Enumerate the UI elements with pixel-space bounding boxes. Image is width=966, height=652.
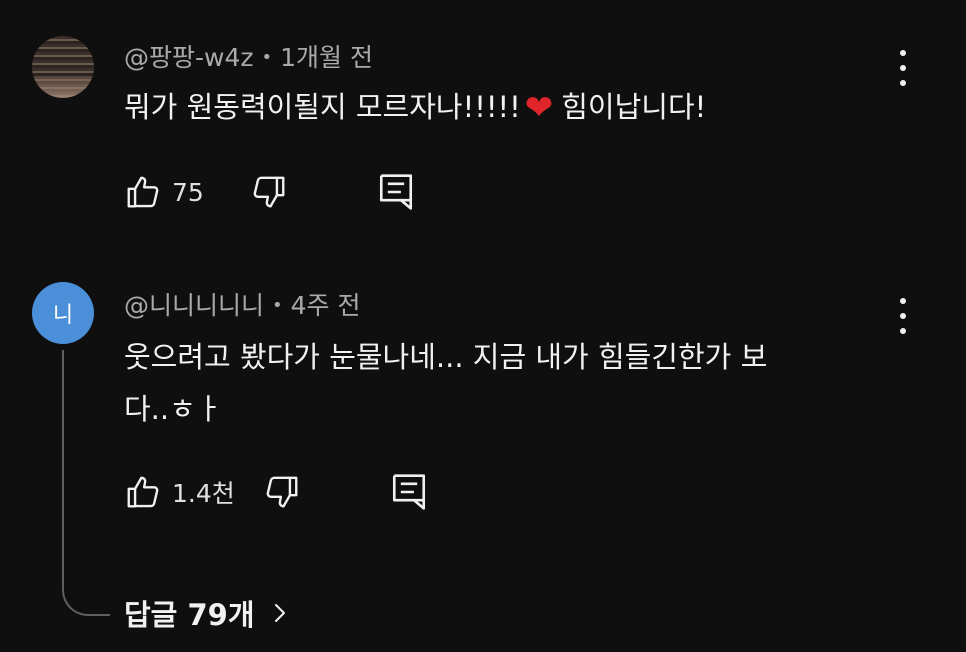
reply-button[interactable]: [378, 172, 414, 212]
comment-text: 웃으려고 봤다가 눈물나네... 지금 내가 힘들긴한가 보 다..ㅎㅏ: [124, 334, 767, 432]
more-vert-icon[interactable]: [895, 50, 911, 86]
reply-icon: [392, 474, 425, 510]
like-count: 1.4천: [172, 479, 235, 508]
thread-line: [62, 350, 110, 616]
comment-text-line: 다..ㅎㅏ: [124, 392, 223, 426]
comment-text-line: 웃으려고 봤다가 눈물나네... 지금 내가 힘들긴한가 보: [124, 340, 768, 374]
like-icon: [127, 176, 159, 208]
comment-time[interactable]: 4주 전: [291, 291, 361, 320]
like-button[interactable]: 75: [124, 173, 204, 211]
comment-text: 뭐가 원동력이될지 모르자나!!!!! ❤ 힘이납니다!: [124, 84, 706, 131]
comment-meta: @니니니니니 • 4주 전: [124, 286, 361, 322]
reply-icon: [379, 174, 412, 210]
avatar[interactable]: [32, 36, 94, 98]
chevron-right-icon: [274, 604, 285, 622]
replies-label: 답글 79개: [124, 598, 255, 632]
reply-button[interactable]: [391, 472, 427, 512]
like-icon: [127, 476, 159, 508]
comment-text-part: 뭐가 원동력이될지 모르자나!!!!!: [124, 90, 521, 124]
more-vert-icon[interactable]: [895, 298, 911, 334]
view-replies-button[interactable]: 답글 79개: [124, 592, 287, 634]
comment-actions: 75: [124, 172, 414, 212]
comment-meta: @팡팡-w4z • 1개월 전: [124, 38, 373, 74]
dislike-icon: [253, 176, 285, 208]
comment-time[interactable]: 1개월 전: [280, 43, 373, 72]
author-name[interactable]: @팡팡-w4z: [124, 43, 254, 72]
avatar-letter: 니: [52, 303, 74, 328]
comment-text-part: 힘이납니다!: [561, 90, 707, 124]
avatar[interactable]: 니: [32, 282, 94, 344]
dislike-button[interactable]: [263, 473, 301, 511]
separator-dot: •: [272, 295, 283, 316]
dislike-button[interactable]: [250, 173, 288, 211]
heart-emoji: ❤: [524, 88, 554, 128]
dislike-icon: [266, 476, 298, 508]
author-name[interactable]: @니니니니니: [124, 291, 264, 320]
like-button[interactable]: 1.4천: [124, 473, 235, 511]
comment-actions: 1.4천: [124, 472, 427, 512]
separator-dot: •: [261, 47, 273, 68]
like-count: 75: [172, 177, 204, 207]
